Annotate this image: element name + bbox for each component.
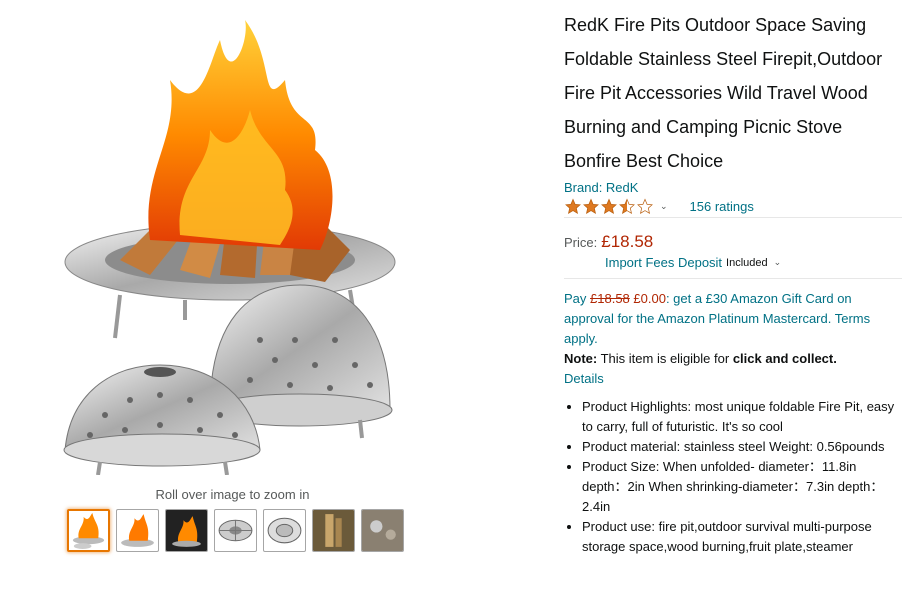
thumbnail-person-wood[interactable] bbox=[312, 509, 355, 552]
chevron-down-icon[interactable]: ⌄ bbox=[660, 201, 668, 212]
gift-card-promo[interactable]: Pay £18.58 £0.00: get a £30 Amazon Gift … bbox=[564, 289, 902, 349]
divider bbox=[564, 278, 902, 279]
ratings-count-link[interactable]: 156 ratings bbox=[690, 199, 754, 214]
rating-row: ⌄ 156 ratings bbox=[564, 198, 902, 218]
product-title: RedK Fire Pits Outdoor Space Saving Fold… bbox=[564, 15, 883, 171]
chevron-down-icon[interactable]: ⌄ bbox=[774, 257, 782, 268]
click-collect-note: Note: This item is eligible for click an… bbox=[564, 349, 902, 369]
import-fees-included: Included bbox=[726, 256, 768, 269]
thumbnail-steel-basket-top[interactable] bbox=[214, 509, 257, 552]
details-link[interactable]: Details bbox=[564, 369, 902, 389]
star-full-icon bbox=[583, 198, 599, 214]
star-rating[interactable] bbox=[564, 198, 654, 215]
product-info: RedK Fire Pits Outdoor Space Saving Fold… bbox=[564, 8, 902, 557]
thumbnail-steel-basket-flat[interactable] bbox=[263, 509, 306, 552]
list-item: Product Size: When unfolded- diameter：11… bbox=[582, 457, 902, 517]
note-bold: click and collect. bbox=[732, 351, 837, 366]
thumbnail-fire-pit-flames[interactable] bbox=[67, 509, 110, 552]
price-label: Price: bbox=[564, 235, 598, 250]
main-product-image[interactable] bbox=[60, 20, 410, 475]
thumbnail-fire-pit-dark[interactable] bbox=[165, 509, 208, 552]
note-label: Note: bbox=[564, 351, 598, 366]
note-text: This item is eligible for bbox=[597, 351, 733, 366]
list-item: Product Highlights: most unique foldable… bbox=[582, 397, 902, 437]
feature-bullets: Product Highlights: most unique foldable… bbox=[564, 397, 902, 557]
promo-new-price: £0.00 bbox=[629, 291, 666, 306]
import-fees-link[interactable]: Import Fees Deposit bbox=[605, 255, 722, 270]
price-row: Price: £18.58 bbox=[564, 232, 902, 252]
list-item: Product use: fire pit,outdoor survival m… bbox=[582, 517, 902, 557]
promo-pay: Pay bbox=[564, 291, 591, 306]
star-full-icon bbox=[601, 198, 617, 214]
list-item: Product material: stainless steel Weight… bbox=[582, 437, 902, 457]
thumbnail-strip bbox=[67, 509, 404, 552]
zoom-hint: Roll over image to zoom in bbox=[155, 487, 310, 502]
star-full-icon bbox=[565, 198, 581, 214]
promo-old-price: £18.58 bbox=[590, 291, 630, 306]
image-gallery: Roll over image to zoom in bbox=[0, 0, 470, 616]
brand-link[interactable]: Brand: RedK bbox=[564, 178, 902, 198]
import-fees-row: Import Fees Deposit Included ⌄ bbox=[605, 255, 902, 270]
price-value: £18.58 bbox=[601, 232, 654, 251]
thumbnail-camp-ground[interactable] bbox=[361, 509, 404, 552]
thumbnail-fire-pit-flames-2[interactable] bbox=[116, 509, 159, 552]
star-empty-icon bbox=[637, 198, 653, 214]
star-half-icon bbox=[619, 198, 635, 214]
